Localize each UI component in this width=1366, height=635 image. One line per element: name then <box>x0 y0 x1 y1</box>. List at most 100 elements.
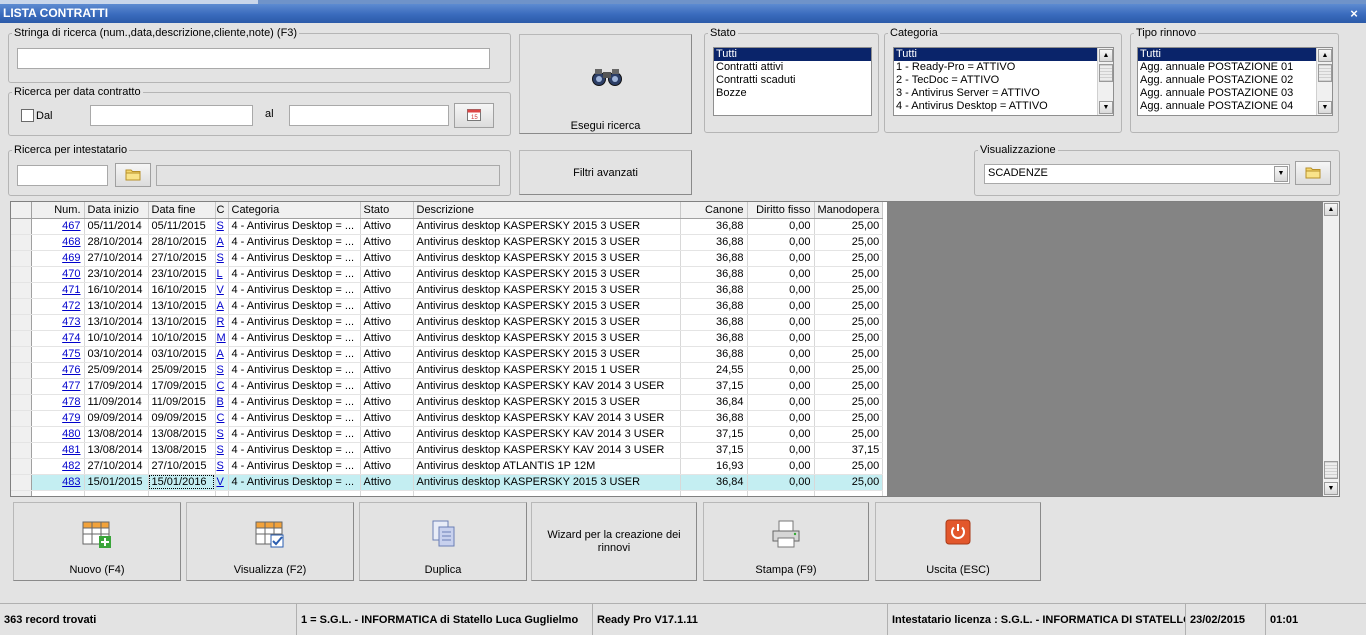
table-cell[interactable]: 05/11/2015 <box>148 218 216 235</box>
table-cell[interactable] <box>228 490 361 496</box>
table-cell[interactable]: 474 <box>31 330 85 347</box>
table-cell[interactable]: 478 <box>31 394 85 411</box>
visualizzazione-select[interactable]: SCADENZE ▼ <box>984 164 1290 184</box>
table-cell[interactable]: S <box>215 426 229 443</box>
table-cell[interactable]: 25,00 <box>814 362 884 379</box>
column-header[interactable]: Descrizione <box>413 202 681 219</box>
column-header[interactable]: Data fine <box>148 202 216 219</box>
table-cell[interactable]: 0,00 <box>747 266 815 283</box>
table-cell[interactable]: 36,84 <box>680 474 748 491</box>
table-cell[interactable]: 25,00 <box>814 298 884 315</box>
scroll-thumb[interactable] <box>1324 461 1338 479</box>
table-cell[interactable]: 17/09/2014 <box>84 378 149 395</box>
table-cell[interactable]: A <box>215 234 229 251</box>
table-cell[interactable]: Antivirus desktop KASPERSKY 2015 3 USER <box>413 282 681 299</box>
table-cell[interactable]: 4 - Antivirus Desktop = ... <box>228 282 361 299</box>
tipo-rinnovo-item[interactable]: Tutti <box>1138 48 1316 61</box>
row-indicator[interactable] <box>11 394 32 411</box>
table-cell[interactable]: 27/10/2014 <box>84 250 149 267</box>
scroll-up-icon[interactable]: ▲ <box>1099 49 1113 62</box>
table-cell[interactable] <box>84 490 149 496</box>
table-cell[interactable]: 09/09/2015 <box>148 410 216 427</box>
table-cell[interactable]: 13/08/2014 <box>84 426 149 443</box>
row-indicator[interactable] <box>11 426 32 443</box>
column-header[interactable]: Data inizio <box>84 202 149 219</box>
column-header[interactable]: Categoria <box>228 202 361 219</box>
stato-item[interactable]: Contratti attivi <box>714 61 871 74</box>
advanced-filters-button[interactable]: Filtri avanzati <box>519 150 692 195</box>
table-cell[interactable]: S <box>215 458 229 475</box>
execute-search-button[interactable]: Esegui ricerca <box>519 34 692 134</box>
table-cell[interactable]: Antivirus desktop KASPERSKY 2015 3 USER <box>413 298 681 315</box>
table-cell[interactable]: Attivo <box>360 218 414 235</box>
table-cell[interactable]: 4 - Antivirus Desktop = ... <box>228 426 361 443</box>
table-cell[interactable]: 11/09/2014 <box>84 394 149 411</box>
table-cell[interactable]: 16/10/2015 <box>148 282 216 299</box>
table-cell[interactable]: 25,00 <box>814 314 884 331</box>
table-cell[interactable]: 481 <box>31 442 85 459</box>
contracts-grid[interactable]: Num. Data inizio Data fine C Categoria S… <box>10 201 1340 497</box>
table-row[interactable]: 480 13/08/2014 13/08/2015 S 4 - Antivirus De… <box>11 426 884 443</box>
table-cell[interactable]: 15/01/2016 <box>148 474 216 491</box>
table-cell[interactable]: Attivo <box>360 362 414 379</box>
table-cell[interactable]: 37,15 <box>814 442 884 459</box>
table-cell[interactable]: 25/09/2015 <box>148 362 216 379</box>
row-indicator[interactable] <box>11 346 32 363</box>
table-row[interactable]: 467 05/11/2014 05/11/2015 S 4 - Antivirus De… <box>11 218 884 235</box>
table-cell[interactable]: 472 <box>31 298 85 315</box>
table-row[interactable]: 482 27/10/2014 27/10/2015 S 4 - Antivirus De… <box>11 458 884 475</box>
table-cell[interactable]: 25,00 <box>814 378 884 395</box>
table-row[interactable]: 478 11/09/2014 11/09/2015 B 4 - Antivirus De… <box>11 394 884 411</box>
table-cell[interactable]: 37,15 <box>680 378 748 395</box>
table-cell[interactable]: 4 - Antivirus Desktop = ... <box>228 346 361 363</box>
table-cell[interactable]: Antivirus desktop ATLANTIS 1P 12M <box>413 458 681 475</box>
table-cell[interactable]: 0,00 <box>747 442 815 459</box>
table-cell[interactable]: 0,00 <box>747 474 815 491</box>
table-row[interactable]: 476 25/09/2014 25/09/2015 S 4 - Antivirus De… <box>11 362 884 379</box>
categoria-item[interactable]: Tutti <box>894 48 1097 61</box>
table-cell[interactable]: A <box>215 346 229 363</box>
table-cell[interactable]: 0,00 <box>747 394 815 411</box>
table-cell[interactable]: 471 <box>31 282 85 299</box>
table-row[interactable] <box>11 490 884 496</box>
column-header[interactable]: Num. <box>31 202 85 219</box>
table-cell[interactable]: Antivirus desktop KASPERSKY 2015 3 USER <box>413 474 681 491</box>
table-cell[interactable]: 0,00 <box>747 458 815 475</box>
table-cell[interactable]: Antivirus desktop KASPERSKY 2015 3 USER <box>413 234 681 251</box>
table-cell[interactable]: 23/10/2014 <box>84 266 149 283</box>
column-header[interactable]: Diritto fisso <box>747 202 815 219</box>
table-cell[interactable]: Attivo <box>360 410 414 427</box>
table-cell[interactable]: V <box>215 474 229 491</box>
scroll-down-icon[interactable]: ▼ <box>1099 101 1113 114</box>
categoria-listbox[interactable]: Tutti 1 - Ready-Pro = ATTIVO 2 - TecDoc … <box>893 47 1114 116</box>
table-cell[interactable]: 36,88 <box>680 314 748 331</box>
table-cell[interactable]: 0,00 <box>747 250 815 267</box>
table-cell[interactable] <box>31 490 85 496</box>
duplicate-button[interactable]: Duplica <box>359 502 527 581</box>
categoria-scrollbar[interactable]: ▲ ▼ <box>1097 48 1113 115</box>
table-cell[interactable]: 10/10/2015 <box>148 330 216 347</box>
table-cell[interactable]: 4 - Antivirus Desktop = ... <box>228 314 361 331</box>
scroll-down-icon[interactable]: ▼ <box>1318 101 1332 114</box>
row-indicator[interactable] <box>11 218 32 235</box>
table-cell[interactable]: 0,00 <box>747 234 815 251</box>
row-indicator[interactable] <box>11 362 32 379</box>
table-cell[interactable]: 475 <box>31 346 85 363</box>
row-indicator[interactable] <box>11 314 32 331</box>
table-cell[interactable]: Attivo <box>360 474 414 491</box>
table-cell[interactable]: 479 <box>31 410 85 427</box>
table-cell[interactable]: Attivo <box>360 298 414 315</box>
table-cell[interactable]: 0,00 <box>747 330 815 347</box>
table-cell[interactable]: 36,88 <box>680 234 748 251</box>
tipo-rinnovo-item[interactable]: Agg. annuale POSTAZIONE 04 <box>1138 100 1332 113</box>
table-row[interactable]: 479 09/09/2014 09/09/2015 C 4 - Antivirus De… <box>11 410 884 427</box>
scroll-up-icon[interactable]: ▲ <box>1318 49 1332 62</box>
column-header[interactable]: Manodopera <box>814 202 884 219</box>
print-button[interactable]: Stampa (F9) <box>703 502 869 581</box>
row-indicator[interactable] <box>11 282 32 299</box>
table-cell[interactable]: 13/08/2015 <box>148 442 216 459</box>
table-cell[interactable] <box>747 490 815 496</box>
row-indicator[interactable] <box>11 490 32 496</box>
table-cell[interactable]: Antivirus desktop KASPERSKY 2015 3 USER <box>413 314 681 331</box>
table-cell[interactable]: 25,00 <box>814 282 884 299</box>
